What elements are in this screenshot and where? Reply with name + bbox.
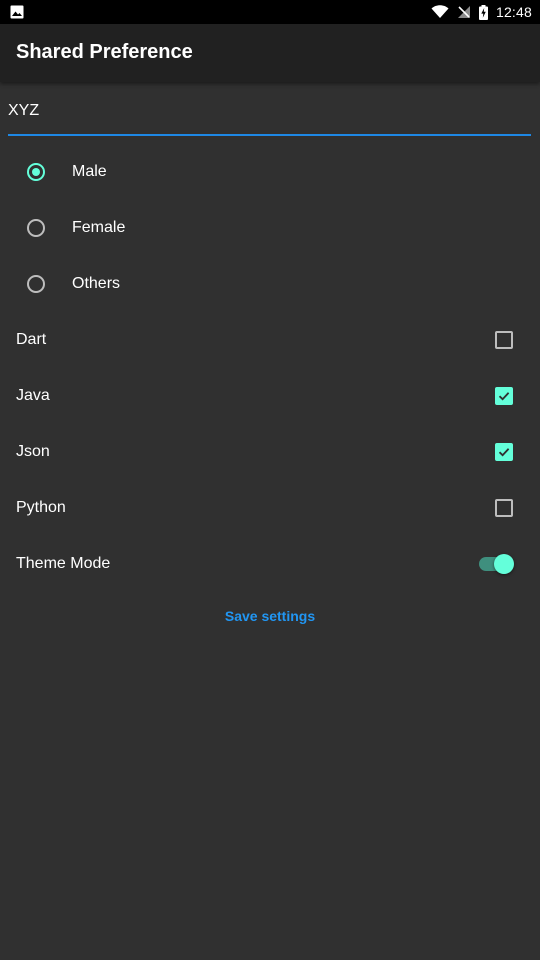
status-time: 12:48 — [495, 4, 532, 20]
radio-option-female[interactable]: Female — [0, 200, 540, 256]
name-input[interactable]: XYZ — [8, 96, 531, 136]
checkbox[interactable] — [495, 443, 513, 461]
screen: 12:48 Shared Preference XYZ Male Female … — [0, 0, 540, 960]
image-icon — [10, 5, 24, 19]
page-title: Shared Preference — [16, 41, 193, 63]
save-settings-button[interactable]: Save settings — [210, 600, 330, 632]
radio-button[interactable] — [27, 219, 45, 237]
checkmark-icon — [498, 392, 510, 401]
checkbox-row-python[interactable]: Python — [0, 480, 540, 536]
wifi-icon — [431, 5, 449, 19]
theme-mode-label: Theme Mode — [16, 555, 111, 572]
radio-option-male[interactable]: Male — [0, 144, 540, 200]
checkbox-label: Python — [16, 499, 66, 516]
radio-option-others[interactable]: Others — [0, 256, 540, 312]
checkbox[interactable] — [495, 387, 513, 405]
radio-label: Male — [72, 163, 107, 180]
checkbox-row-json[interactable]: Json — [0, 424, 540, 480]
radio-button[interactable] — [27, 275, 45, 293]
app-bar: Shared Preference — [0, 24, 540, 82]
checkmark-icon — [498, 448, 510, 457]
radio-button[interactable] — [27, 163, 45, 181]
checkbox-label: Json — [16, 443, 50, 460]
name-input-value: XYZ — [8, 102, 40, 119]
checkbox-row-dart[interactable]: Dart — [0, 312, 540, 368]
radio-label: Female — [72, 219, 126, 236]
checkbox[interactable] — [495, 499, 513, 517]
no-signal-icon — [457, 5, 471, 19]
checkbox-label: Dart — [16, 331, 47, 348]
status-icons: 12:48 — [423, 0, 532, 24]
radio-label: Others — [72, 275, 121, 292]
battery-charging-icon — [478, 4, 488, 20]
input-underline — [8, 134, 531, 136]
checkbox-row-java[interactable]: Java — [0, 368, 540, 424]
theme-mode-switch-thumb[interactable] — [494, 554, 514, 574]
checkbox-label: Java — [16, 387, 50, 404]
checkbox[interactable] — [495, 331, 513, 349]
theme-mode-row[interactable]: Theme Mode — [0, 536, 540, 592]
status-bar: 12:48 — [0, 0, 540, 24]
